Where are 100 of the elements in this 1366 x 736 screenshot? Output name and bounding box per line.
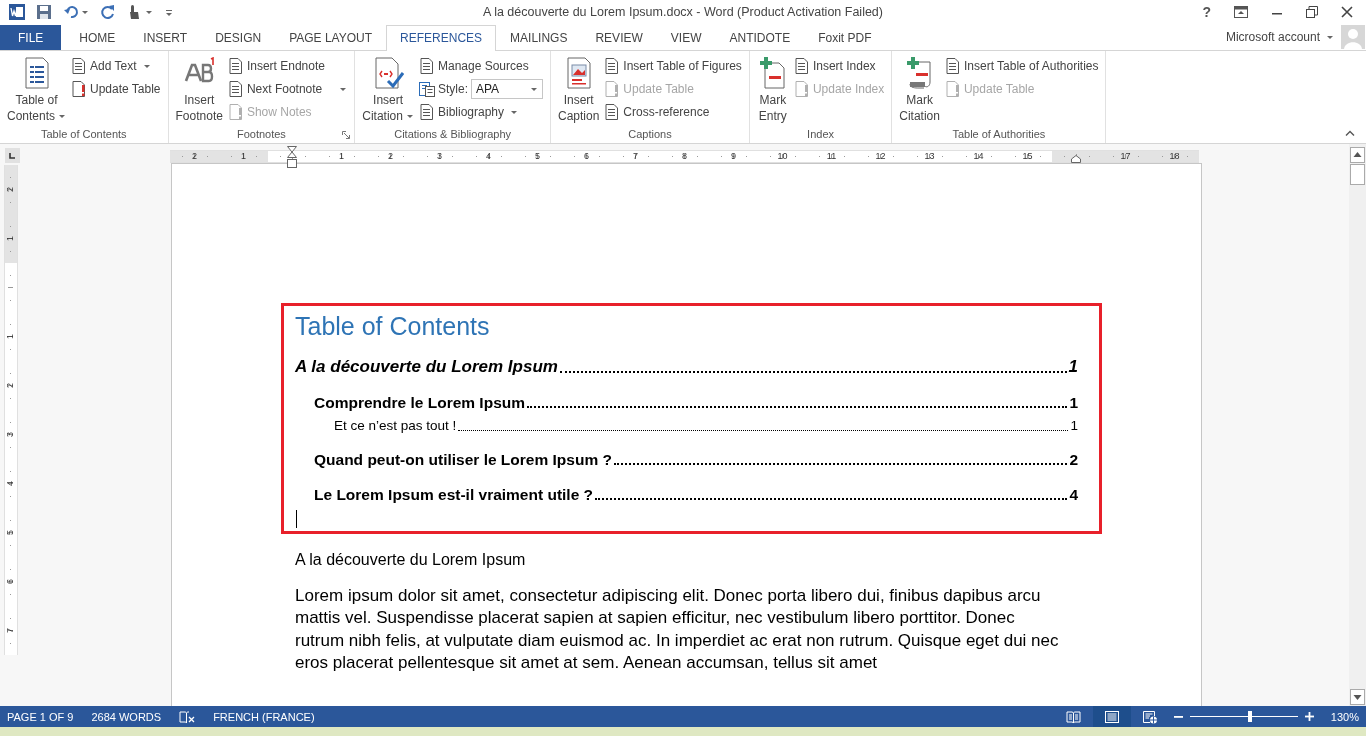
ribbon-button[interactable]: Manage Sources <box>418 54 546 78</box>
zoom-in-icon[interactable] <box>1304 712 1314 722</box>
page-lines-icon <box>604 58 621 75</box>
ribbon-button[interactable]: Bibliography <box>418 100 546 124</box>
ruler-number: 2 <box>5 382 17 388</box>
ruler-number: 6 <box>584 150 589 162</box>
ruler-number: 1 <box>5 235 17 241</box>
proofing-icon[interactable] <box>179 709 196 724</box>
citation-icon <box>372 56 405 89</box>
scroll-down-icon[interactable] <box>1350 689 1365 706</box>
read-mode-icon[interactable] <box>1065 708 1082 725</box>
large-button[interactable]: Insert Caption <box>555 53 603 126</box>
document-heading: A la découverte du Lorem Ipsum <box>295 549 527 570</box>
body-paragraph: Lorem ipsum dolor sit amet, consectetur adipiscing elit. Donec porta libero dui, finibus dapibus arcu mattis vel. Suspendisse placerat sapien at sapien efficitur, nec vestibulum libero porttitor. Donec rutrum nibh felis, at vulputate diam euismod ac. In imperdiet ac erat non rutrum. Quisque eget dui nec eros placerat pellentesque sit amet at sem. Aenean accumsan, tellus sit amet <box>295 584 1060 675</box>
zoom-level[interactable]: 130% <box>1330 710 1359 723</box>
toc-entry[interactable]: Comprendre le Lorem Ipsum <box>314 392 525 413</box>
ribbon-display-icon[interactable] <box>1234 6 1248 19</box>
ruler-number: 8 <box>682 150 687 162</box>
page-alert-icon <box>793 81 810 98</box>
toc-entry[interactable]: Quand peut-on utiliser le Lorem Ipsum ? <box>314 449 612 470</box>
ruler-number: 12 <box>875 150 886 162</box>
restore-icon[interactable] <box>1306 6 1318 19</box>
style-dropdown[interactable]: APA <box>471 79 543 100</box>
ribbon-tab[interactable]: MAILINGS <box>496 24 582 50</box>
toc-entry[interactable]: A la découverte du Lorem Ipsum <box>295 355 558 378</box>
indent-marker-icon[interactable] <box>287 145 297 168</box>
touch-mode-icon[interactable] <box>127 4 153 21</box>
help-button[interactable]: ? <box>1202 4 1211 21</box>
ruler-number: 5 <box>535 150 540 162</box>
group-label: Table of Authorities <box>952 128 1046 141</box>
print-layout-icon[interactable] <box>1103 708 1120 725</box>
slider-thumb[interactable] <box>1248 711 1253 723</box>
ruler-number: 2 <box>388 150 393 162</box>
toc-entry[interactable]: Et ce n’est pas tout ! <box>334 416 457 435</box>
ribbon-button[interactable]: Next Footnote <box>227 77 351 101</box>
tab-selector-icon[interactable] <box>5 147 20 163</box>
group-label: Citations & Bibliography <box>394 128 512 141</box>
page-alert-icon <box>604 81 621 98</box>
ribbon-tab[interactable]: HOME <box>65 24 130 50</box>
large-button[interactable]: Insert Footnote <box>172 53 226 126</box>
large-button[interactable]: Mark Entry <box>753 53 792 126</box>
group-label: Table of Contents <box>40 128 127 141</box>
scroll-thumb[interactable] <box>1350 163 1365 185</box>
page-alert-icon <box>944 81 961 98</box>
ribbon-tab[interactable]: DESIGN <box>201 24 276 50</box>
ruler-number: 11 <box>826 150 837 162</box>
ribbon-tab[interactable]: Foxit PDF <box>804 24 886 50</box>
page-lines-icon <box>71 58 88 75</box>
ribbon-tab[interactable]: ANTIDOTE <box>715 24 805 50</box>
redo-icon[interactable] <box>100 4 116 21</box>
ruler-number: 10 <box>777 150 788 162</box>
ruler-number: 2 <box>5 186 17 192</box>
caret-icon <box>339 86 348 92</box>
ruler-number: 6 <box>5 578 17 584</box>
group-label: Captions <box>628 128 672 141</box>
ribbon-tab[interactable]: REVIEW <box>581 24 657 50</box>
save-icon[interactable] <box>36 4 52 21</box>
vertical-scrollbar[interactable] <box>1349 143 1366 707</box>
toc-entry[interactable]: Le Lorem Ipsum est-il vraiment utile ? <box>314 484 594 505</box>
page-lines-icon <box>227 81 244 98</box>
caret-icon <box>510 109 518 115</box>
ruler-number: 17 <box>1120 150 1131 162</box>
scroll-up-icon[interactable] <box>1350 146 1365 163</box>
large-button[interactable]: Mark Citation <box>896 53 943 126</box>
ribbon-button[interactable]: Insert Index <box>793 54 888 78</box>
ruler-number: 3 <box>437 150 442 162</box>
file-tab[interactable]: FILE <box>0 24 62 50</box>
close-icon[interactable] <box>1341 6 1353 19</box>
toc-title: Table of Contents <box>295 310 491 342</box>
caret-icon <box>142 63 151 69</box>
print-layout-button[interactable] <box>1092 706 1131 728</box>
ribbon-tab[interactable]: PAGE LAYOUT <box>275 24 387 50</box>
undo-icon[interactable] <box>63 4 89 21</box>
page-count[interactable]: PAGE 1 OF 9 <box>7 710 74 723</box>
language-indicator[interactable]: FRENCH (FRANCE) <box>213 710 315 723</box>
ruler-number: 15 <box>1022 150 1033 162</box>
ribbon-button[interactable]: Cross-reference <box>604 100 745 124</box>
ribbon-tab[interactable]: VIEW <box>656 24 716 50</box>
ruler-number: 2 <box>192 150 197 162</box>
page-lines-icon <box>227 58 244 75</box>
web-layout-icon[interactable] <box>1141 708 1158 725</box>
ribbon-button[interactable]: Update Table <box>71 77 164 101</box>
ruler-number: 1 <box>339 150 344 162</box>
dialog-launcher-icon[interactable] <box>342 130 351 139</box>
large-button[interactable]: Insert Citation <box>359 53 417 126</box>
ribbon-tab[interactable]: REFERENCES <box>386 24 497 51</box>
ribbon-tab[interactable]: INSERT <box>129 24 202 50</box>
ruler-number: 4 <box>486 150 491 162</box>
page-alert-icon <box>71 81 88 98</box>
caret-icon <box>405 114 414 120</box>
ribbon-button[interactable]: Insert Endnote <box>227 54 351 78</box>
account-menu[interactable]: Microsoft account <box>1225 24 1341 50</box>
ribbon-button[interactable]: Insert Table of Authorities <box>944 54 1102 78</box>
large-button[interactable]: Table of Contents <box>4 53 70 126</box>
ribbon-button[interactable]: Add Text <box>71 54 164 78</box>
word-count[interactable]: 2684 WORDS <box>91 710 162 723</box>
collapse-ribbon-icon[interactable] <box>1345 129 1355 136</box>
ruler-number: 5 <box>5 529 17 535</box>
toc-page-number: 1 <box>1068 355 1078 378</box>
ribbon-button[interactable]: Insert Table of Figures <box>604 54 745 78</box>
